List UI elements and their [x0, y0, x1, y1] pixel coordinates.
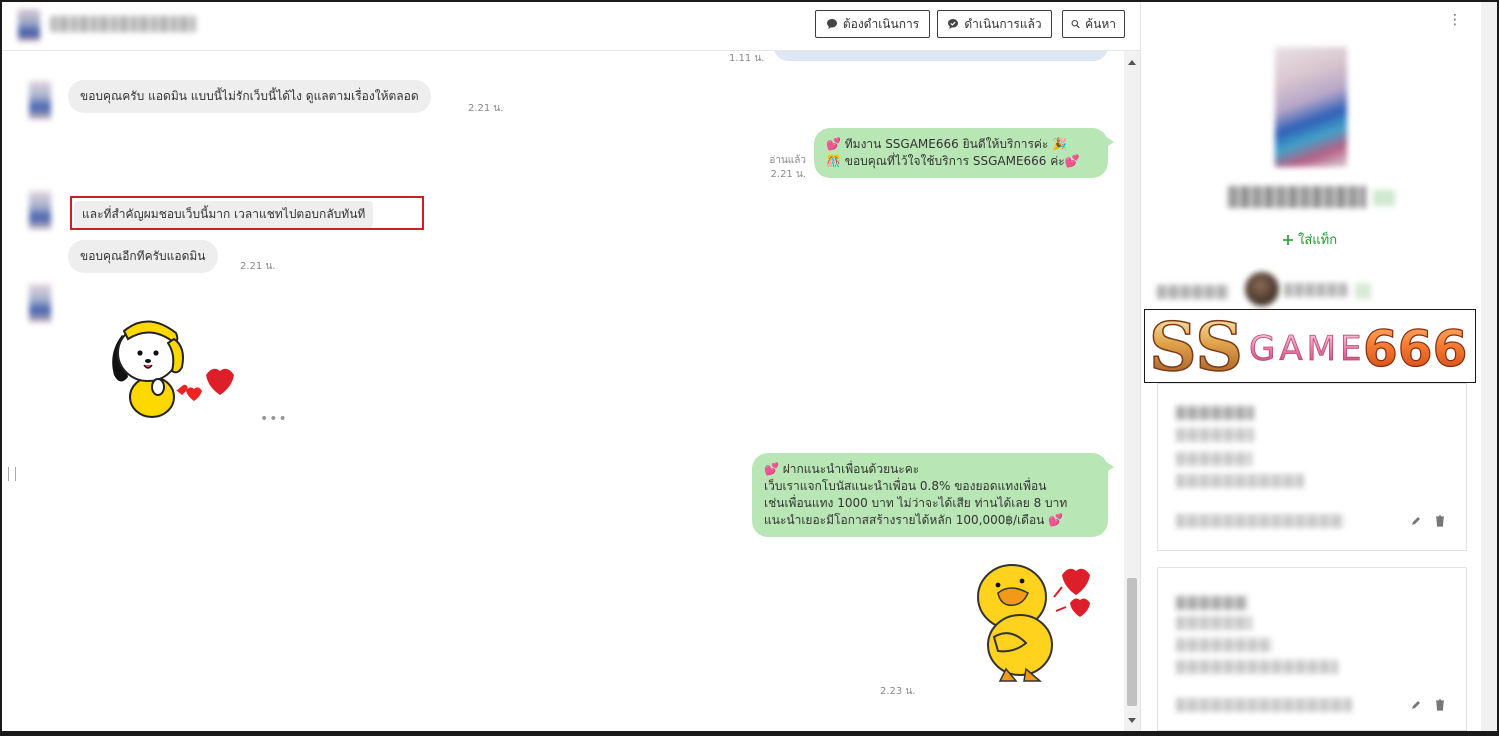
note-text: [1176, 616, 1252, 630]
chat-bubble-icon: [826, 19, 837, 29]
sender-avatar: [29, 191, 51, 229]
edit-name-icon[interactable]: [1373, 190, 1395, 206]
note-card: [1157, 383, 1467, 551]
resize-handle[interactable]: [8, 467, 16, 481]
logo-text-666: 666: [1363, 320, 1467, 378]
trash-icon[interactable]: [1434, 699, 1446, 711]
outgoing-message[interactable]: 💕 ฝากแนะนำเพื่อนด้วยนะคะ เว็บเราแจกโบนัส…: [752, 453, 1114, 537]
profile-name: [1228, 186, 1366, 208]
note-card: [1157, 567, 1467, 731]
note-text: [1176, 596, 1248, 610]
incoming-message[interactable]: ขอบคุณครับ แอดมิน แบบนี้ไม่รักเว็บนี้ได้…: [68, 80, 431, 113]
chat-header: ต้องดำเนินการ ดำเนินการแล้ว ค้นหา: [2, 2, 1140, 51]
ssgame666-logo: SS GAME 666: [1148, 310, 1468, 382]
profile-picture[interactable]: [1275, 47, 1347, 167]
message-time: 1.11 น.: [729, 53, 765, 64]
chat-scrollbar[interactable]: [1124, 51, 1140, 731]
scroll-down-arrow-icon[interactable]: [1128, 718, 1136, 723]
message-line: เว็บเราแจกโบนัสแนะนำเพื่อน 0.8% ของยอดแท…: [764, 479, 1047, 493]
bottom-edge: [0, 731, 1499, 736]
message-list[interactable]: 1.11 น. ขอบคุณครับ แอดมิน แบบนี้ไม่รักเว…: [2, 51, 1124, 731]
incoming-message[interactable]: และที่สำคัญผมชอบเว็บนี้มาก เวลาแชทไปตอบก…: [74, 201, 374, 228]
message-time: 2.23 น.: [880, 686, 916, 697]
note-text: [1176, 660, 1338, 674]
search-button[interactable]: ค้นหา: [1062, 10, 1125, 38]
search-icon: [1071, 19, 1080, 29]
assignee-edit-icon[interactable]: [1355, 283, 1371, 299]
note-text: [1176, 638, 1272, 652]
chick-sticker[interactable]: [970, 557, 1100, 687]
brand-logo: SS GAME 666: [1144, 309, 1476, 383]
outgoing-message[interactable]: 💕 ทีมงาน SSGAME666 ยินดีให้บริการค่ะ 🎉 🎊…: [814, 128, 1114, 178]
logo-text-game: GAME: [1249, 329, 1365, 369]
logo-text-ss: SS: [1149, 310, 1243, 382]
chat-panel: ต้องดำเนินการ ดำเนินการแล้ว ค้นหา 1.11 น…: [2, 2, 1141, 731]
message-line: เช่นเพื่อนแทง 1000 บาท ไม่ว่าจะได้เสีย ท…: [764, 496, 1068, 510]
message-line: 🎊 ขอบคุณที่ไว้ใจใช้บริการ SSGAME666 ค่ะ💕: [826, 154, 1080, 168]
message-line: 💕 ฝากแนะนำเพื่อนด้วยนะคะ: [764, 462, 920, 476]
assignee-name: [1284, 283, 1348, 297]
note-meta: [1176, 698, 1352, 712]
todo-button[interactable]: ต้องดำเนินการ: [815, 10, 930, 38]
message-time: 2.21 น.: [240, 261, 276, 272]
previous-message-bubble: [774, 51, 1108, 61]
note-text: [1176, 406, 1254, 420]
add-tag-link[interactable]: ใส่แท็ก: [1282, 229, 1337, 250]
read-status: อ่านแล้ว: [769, 155, 806, 166]
message-time: 2.21 น.: [468, 103, 504, 114]
more-options-icon[interactable]: •••: [260, 411, 288, 427]
plus-icon: [1283, 234, 1293, 245]
sender-avatar: [29, 284, 51, 322]
edit-icon[interactable]: [1410, 699, 1422, 711]
edit-icon[interactable]: [1410, 515, 1422, 527]
sidebar-scrollbar[interactable]: [1481, 2, 1497, 731]
chat-bubble-check-icon: [948, 19, 959, 29]
kebab-menu-icon[interactable]: ⋮: [1448, 12, 1462, 28]
assignee-avatar[interactable]: [1245, 272, 1279, 306]
sender-avatar: [29, 81, 51, 119]
trash-icon[interactable]: [1434, 515, 1446, 527]
done-button[interactable]: ดำเนินการแล้ว: [937, 10, 1052, 38]
assignee-label: [1157, 285, 1229, 299]
scroll-thumb[interactable]: [1127, 578, 1137, 706]
note-text: [1176, 428, 1254, 442]
message-line: 💕 ทีมงาน SSGAME666 ยินดีให้บริการค่ะ 🎉: [826, 137, 1068, 151]
contact-name: [50, 16, 196, 32]
message-time: 2.21 น.: [770, 169, 806, 180]
incoming-message[interactable]: ขอบคุณอีกทีครับแอดมิน: [68, 240, 218, 273]
note-meta: [1176, 514, 1344, 528]
puppy-sticker[interactable]: [98, 313, 244, 423]
note-text: [1176, 452, 1252, 466]
scroll-up-arrow-icon[interactable]: [1128, 60, 1136, 65]
note-text: [1176, 474, 1304, 488]
contact-avatar[interactable]: [18, 9, 40, 41]
message-line: แนะนำเยอะมีโอกาสสร้างรายได้หลัก 100,000฿…: [764, 513, 1064, 527]
